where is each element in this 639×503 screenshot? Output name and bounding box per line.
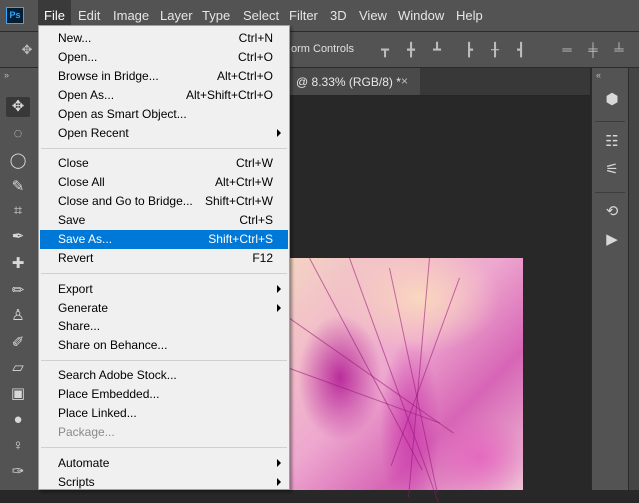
close-tab-icon[interactable]: ×: [401, 74, 408, 88]
align-top-icon[interactable]: ┳: [378, 43, 392, 57]
document-tab-title[interactable]: @ 8.33% (RGB/8) *: [296, 75, 401, 89]
align-vcenter-icon[interactable]: ╋: [404, 43, 418, 57]
menu-separator: [41, 360, 287, 361]
clone-stamp-tool-icon[interactable]: ♙: [6, 306, 30, 326]
move-icon[interactable]: ✥: [20, 43, 34, 57]
menu-item-automate[interactable]: Automate: [40, 454, 288, 473]
play-icon[interactable]: ▶: [602, 230, 622, 250]
submenu-arrow-icon: [277, 478, 281, 486]
menu-item-close[interactable]: Close Ctrl+W: [40, 154, 288, 173]
collapse-tools-icon[interactable]: »: [4, 70, 9, 80]
submenu-arrow-icon: [277, 129, 281, 137]
crop-tool-icon[interactable]: ⌗: [6, 201, 30, 221]
marquee-tool-icon[interactable]: ◌: [6, 124, 30, 144]
menu-window[interactable]: Window: [392, 0, 450, 31]
menu-item-export[interactable]: Export: [40, 280, 288, 299]
adjust-icon[interactable]: ⚟: [602, 160, 622, 180]
panel-scroll-strip[interactable]: [628, 68, 639, 490]
menu-item-place-linked[interactable]: Place Linked...: [40, 404, 288, 423]
menu-item-open-recent[interactable]: Open Recent: [40, 124, 288, 143]
menu-item-open-as-smart-object[interactable]: Open as Smart Object...: [40, 105, 288, 124]
menu-separator: [41, 273, 287, 274]
menu-item-save[interactable]: Save Ctrl+S: [40, 211, 288, 230]
menu-item-generate[interactable]: Generate: [40, 299, 288, 318]
align-bottom-icon[interactable]: ┻: [430, 43, 444, 57]
move-tool-icon[interactable]: ✥: [6, 97, 30, 117]
history-icon[interactable]: ⟲: [602, 202, 622, 222]
eyedropper-tool-icon[interactable]: ✒: [6, 227, 30, 247]
blur-tool-icon[interactable]: ●: [6, 410, 30, 430]
menu-item-share-on-behance[interactable]: Share on Behance...: [40, 336, 288, 355]
menu-item-browse-in-bridge[interactable]: Browse in Bridge... Alt+Ctrl+O: [40, 67, 288, 86]
menu-item-place-embedded[interactable]: Place Embedded...: [40, 385, 288, 404]
menu-item-close-all[interactable]: Close All Alt+Ctrl+W: [40, 173, 288, 192]
distribute-top-icon[interactable]: ═: [560, 43, 574, 57]
menu-item-close-and-go-to-bridge[interactable]: Close and Go to Bridge... Shift+Ctrl+W: [40, 192, 288, 211]
distribute-vcenter-icon[interactable]: ╪: [586, 43, 600, 57]
expand-panels-icon[interactable]: «: [596, 70, 601, 80]
submenu-arrow-icon: [277, 304, 281, 312]
file-menu: New... Ctrl+N Open... Ctrl+O Browse in Bri…: [38, 25, 290, 490]
distribute-bottom-icon[interactable]: ╧: [612, 43, 626, 57]
eraser-tool-icon[interactable]: ▱: [6, 358, 30, 378]
align-hcenter-icon[interactable]: ╂: [488, 43, 502, 57]
healing-brush-tool-icon[interactable]: ✚: [6, 254, 30, 274]
menu-item-package: Package...: [58, 425, 115, 439]
menu-item-open[interactable]: Open... Ctrl+O: [40, 48, 288, 67]
transform-controls-label[interactable]: orm Controls: [291, 43, 354, 55]
menu-item-share[interactable]: Share...: [40, 317, 288, 336]
menu-view[interactable]: View: [353, 0, 393, 31]
dodge-tool-icon[interactable]: ♀: [6, 436, 30, 456]
menu-3d[interactable]: 3D: [324, 0, 353, 31]
history-brush-tool-icon[interactable]: ✐: [6, 333, 30, 353]
3d-icon[interactable]: ⬢: [602, 90, 622, 110]
canvas-image[interactable]: [289, 257, 523, 503]
menu-separator: [41, 148, 287, 149]
menu-item-scripts[interactable]: Scripts: [40, 473, 288, 492]
align-left-icon[interactable]: ┣: [462, 43, 476, 57]
align-right-icon[interactable]: ┫: [514, 43, 528, 57]
menu-separator: [41, 447, 287, 448]
lasso-tool-icon[interactable]: ◯: [6, 151, 30, 171]
submenu-arrow-icon: [277, 459, 281, 467]
brush-tool-icon[interactable]: ✏: [6, 281, 30, 301]
quick-selection-tool-icon[interactable]: ✎: [6, 177, 30, 197]
menu-item-save-as[interactable]: Save As... Shift+Ctrl+S: [40, 230, 288, 249]
gradient-tool-icon[interactable]: ▣: [6, 384, 30, 404]
menu-help[interactable]: Help: [450, 0, 489, 31]
menu-item-open-as[interactable]: Open As... Alt+Shift+Ctrl+O: [40, 86, 288, 105]
photoshop-logo: Ps: [6, 7, 24, 24]
menu-item-search-adobe-stock[interactable]: Search Adobe Stock...: [40, 366, 288, 385]
submenu-arrow-icon: [277, 285, 281, 293]
menu-item-new[interactable]: New... Ctrl+N: [40, 29, 288, 48]
pen-tool-icon[interactable]: ✑: [6, 462, 30, 482]
menu-item-revert[interactable]: Revert F12: [40, 249, 288, 268]
brush-settings-icon[interactable]: ☷: [602, 132, 622, 152]
